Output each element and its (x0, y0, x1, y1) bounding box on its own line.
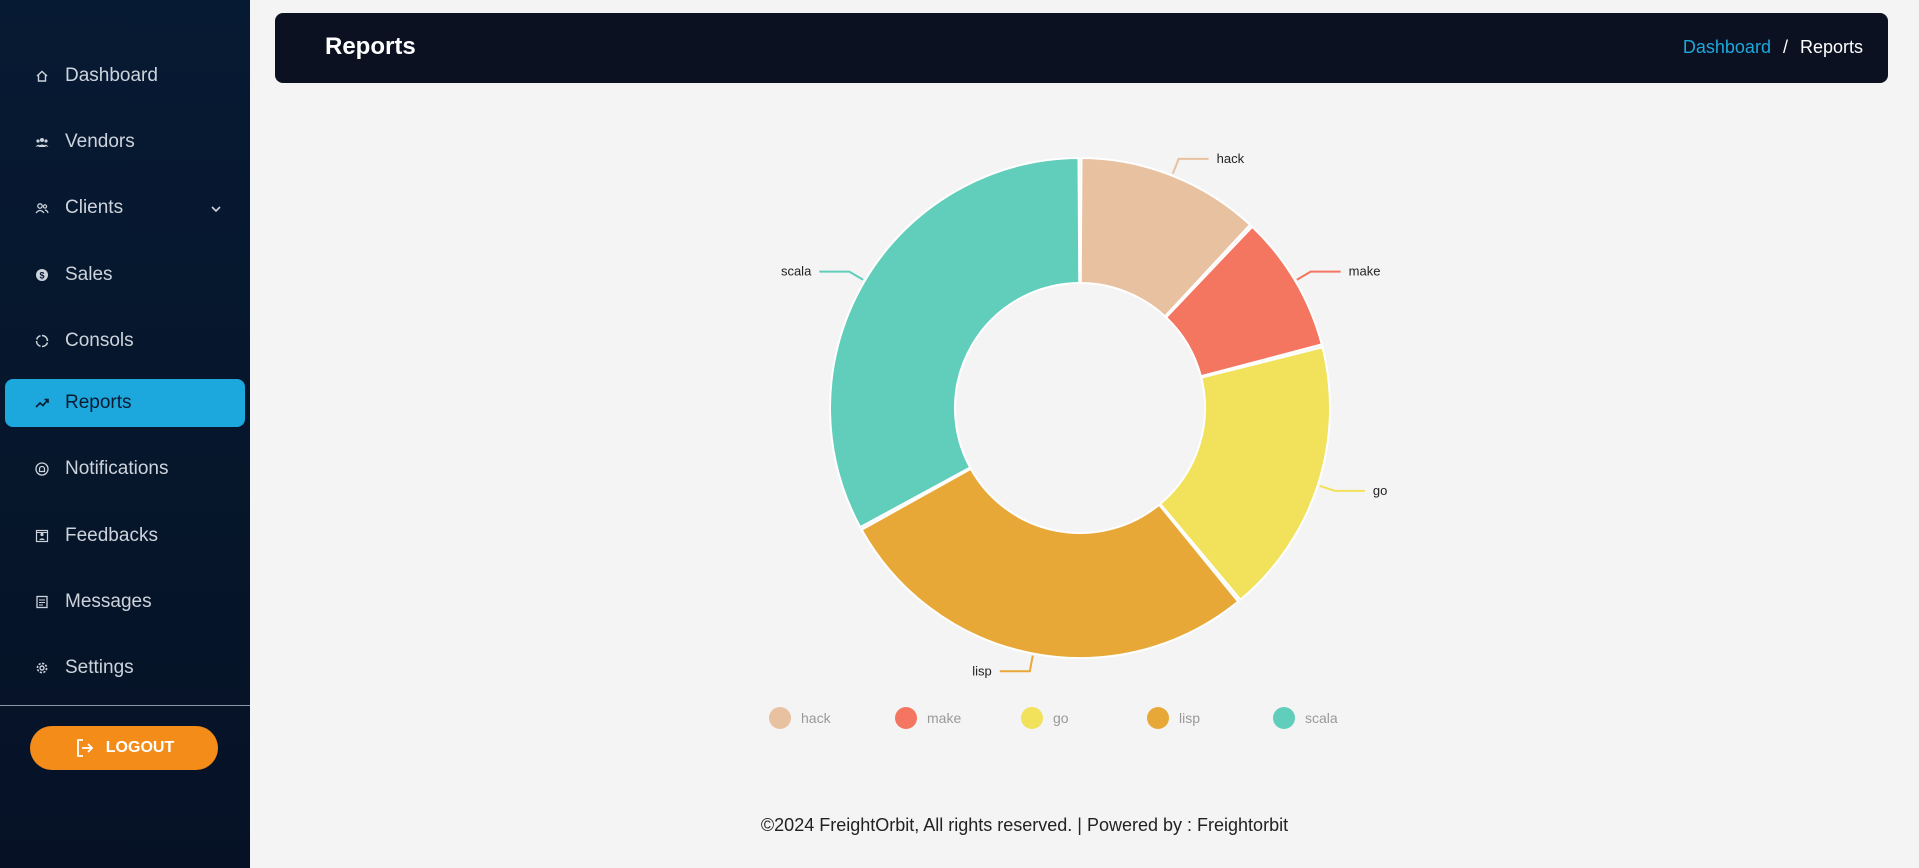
feedback-icon (35, 529, 49, 543)
sidebar-item-clients[interactable]: Clients (5, 184, 245, 232)
sidebar-item-label: Reports (65, 392, 132, 413)
home-icon (35, 69, 49, 83)
dollar-icon: $ (35, 268, 49, 282)
slice-label-hack: hack (1217, 151, 1245, 166)
slice-label-lisp: lisp (972, 663, 992, 678)
legend-swatch-hack (769, 707, 791, 729)
slice-label-go: go (1373, 483, 1387, 498)
breadcrumb-separator: / (1782, 37, 1788, 57)
sidebar-divider (0, 705, 250, 706)
sidebar-item-label: Dashboard (65, 65, 158, 86)
logout-label: LOGOUT (105, 739, 175, 756)
breadcrumb: Dashboard / Reports (1683, 37, 1863, 58)
sidebar-item-label: Messages (65, 591, 152, 612)
bell-icon (35, 462, 49, 476)
svg-text:$: $ (39, 271, 44, 281)
donut-slice-scala[interactable] (829, 156, 1081, 529)
donut-chart-svg: hack make go lisp scala hack make go lisp scala (769, 151, 1387, 729)
slice-label-line-lisp (999, 655, 1034, 673)
logout-button[interactable]: LOGOUT (30, 726, 218, 770)
sidebar-item-notifications[interactable]: Notifications (5, 445, 245, 493)
legend-label-hack: hack (801, 710, 832, 726)
sidebar-item-reports[interactable]: Reports (5, 379, 245, 427)
consols-icon (35, 334, 49, 348)
donut-chart: hack make go lisp scala hack make go lisp scala (0, 0, 1919, 868)
legend-item-hack[interactable]: hack (769, 707, 832, 729)
legend-label-lisp: lisp (1179, 710, 1200, 726)
legend-swatch-make (895, 707, 917, 729)
sidebar: Dashboard Vendors Clients $ Sales Consol… (0, 0, 250, 868)
sidebar-item-settings[interactable]: Settings (5, 644, 245, 692)
sidebar-item-consols[interactable]: Consols (5, 317, 245, 365)
footer: ©2024 FreightOrbit, All rights reserved.… (250, 815, 1919, 836)
legend-swatch-go (1021, 707, 1043, 729)
slice-label-scala: scala (781, 264, 812, 279)
sidebar-item-label: Settings (65, 657, 134, 678)
legend-item-make[interactable]: make (895, 707, 961, 729)
sidebar-item-label: Vendors (65, 131, 135, 152)
sidebar-item-label: Clients (65, 197, 124, 218)
sidebar-item-label: Consols (65, 330, 134, 351)
gear-icon (35, 661, 49, 675)
slice-label-line-make (1296, 270, 1341, 281)
sidebar-item-sales[interactable]: $ Sales (5, 251, 245, 299)
footer-text: ©2024 FreightOrbit, All rights reserved.… (760, 815, 1289, 835)
legend-item-lisp[interactable]: lisp (1147, 707, 1200, 729)
sidebar-item-label: Feedbacks (65, 525, 158, 546)
chevron-down-icon[interactable] (209, 200, 223, 214)
page-title: Reports (325, 33, 416, 60)
legend-label-go: go (1053, 710, 1069, 726)
breadcrumb-dashboard-link[interactable]: Dashboard (1683, 37, 1771, 58)
legend-item-scala[interactable]: scala (1273, 707, 1338, 729)
sidebar-item-messages[interactable]: Messages (5, 578, 245, 626)
legend-label-make: make (927, 710, 961, 726)
logout-icon (74, 737, 96, 759)
sidebar-item-label: Sales (65, 264, 113, 285)
legend-item-go[interactable]: go (1021, 707, 1069, 729)
legend-label-scala: scala (1305, 710, 1338, 726)
legend-swatch-lisp (1147, 707, 1169, 729)
page-header: Reports Dashboard / Reports (275, 13, 1888, 83)
slice-label-line-scala (819, 270, 864, 281)
legend-swatch-scala (1273, 707, 1295, 729)
breadcrumb-current: Reports (1799, 37, 1863, 57)
slice-label-line-hack (1171, 157, 1209, 175)
slice-label-line-go (1319, 484, 1365, 492)
sidebar-item-dashboard[interactable]: Dashboard (5, 52, 245, 100)
sidebar-item-feedbacks[interactable]: Feedbacks (5, 512, 245, 560)
slice-label-make: make (1349, 264, 1381, 279)
sidebar-item-vendors[interactable]: Vendors (5, 118, 245, 166)
clients-icon (35, 201, 49, 215)
users-group-icon (35, 135, 49, 149)
messages-icon (35, 595, 49, 609)
trending-up-icon (35, 396, 49, 410)
sidebar-item-label: Notifications (65, 458, 169, 479)
logo (30, 0, 140, 4)
